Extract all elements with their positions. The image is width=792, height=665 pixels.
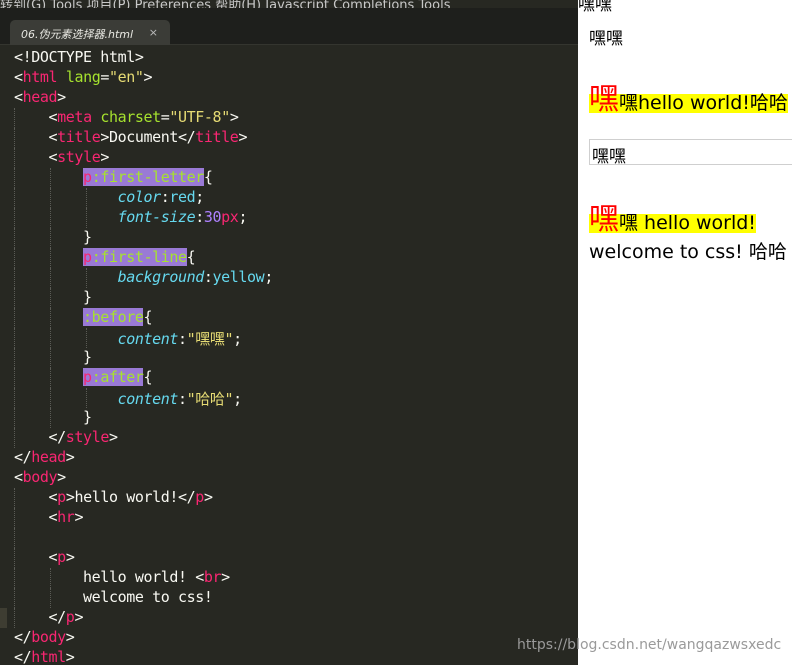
code-line: p:after{ <box>0 368 578 388</box>
code-line: color:red; <box>0 188 578 208</box>
code-line: <!DOCTYPE html> <box>14 48 144 66</box>
code-line: hello world! <br> <box>0 568 578 588</box>
code-line: <hr> <box>0 508 578 528</box>
preview-paragraph-1: 嘿嘿hello world!哈哈 <box>589 74 788 118</box>
code-line: } <box>0 288 578 308</box>
code-line: welcome to css! <box>0 588 578 608</box>
hr-before-content: 嘿嘿 <box>592 147 626 167</box>
code-line: } <box>0 408 578 428</box>
code-line: </head> <box>14 448 75 466</box>
file-tab[interactable]: 06.伪元素选择器.html × <box>10 20 170 45</box>
code-line: <p> <box>0 548 578 568</box>
horizontal-rule: 嘿嘿 <box>589 139 792 167</box>
code-line: font-size:30px; <box>0 208 578 228</box>
file-tab-label: 06.伪元素选择器.html <box>21 28 134 41</box>
code-line <box>0 528 578 548</box>
code-line: </html> <box>14 648 75 665</box>
code-line: :before{ <box>0 308 578 328</box>
close-tab-icon[interactable]: × <box>149 26 158 39</box>
tab-bar: 06.伪元素选择器.html × <box>0 8 578 45</box>
code-line: p:first-line{ <box>0 248 578 268</box>
code-line: <meta charset="UTF-8"> <box>0 108 578 128</box>
preview-paragraph-2-line-2: welcome to css! 哈哈 <box>589 241 787 263</box>
code-line-current: </p> <box>0 608 578 628</box>
code-area[interactable]: <!DOCTYPE html> <html lang="en"> <head> … <box>0 48 578 665</box>
code-line: </body> <box>14 628 75 646</box>
code-line: <body> <box>14 468 66 486</box>
code-line: content:"嘿嘿"; <box>0 328 578 348</box>
browser-preview: 嘿嘿 嘿嘿 嘿嘿hello world!哈哈 嘿嘿 嘿嘿 hello world… <box>578 0 792 665</box>
code-line: content:"哈哈"; <box>0 388 578 408</box>
code-editor[interactable]: 转到(G) Tools 项目(P) Preferences 帮助(H) Java… <box>0 0 578 665</box>
code-line: </style> <box>0 428 578 448</box>
first-line-text: 嘿hello world!哈哈 <box>619 92 788 114</box>
first-letter: 嘿 <box>589 82 619 117</box>
preview-paragraph-2: 嘿嘿 hello world! <box>589 194 756 238</box>
code-line: <html lang="en"> <box>14 68 153 86</box>
menu-bar[interactable]: 转到(G) Tools 项目(P) Preferences 帮助(H) Java… <box>0 0 578 13</box>
code-line: <head> <box>14 88 66 106</box>
preview-line-1: 嘿嘿 <box>589 29 623 49</box>
code-line: background:yellow; <box>0 268 578 288</box>
first-line-text: 嘿 hello world! <box>619 212 756 234</box>
code-line: p:first-letter{ <box>0 168 578 188</box>
code-line: } <box>0 228 578 248</box>
code-line: <p>hello world!</p> <box>0 488 578 508</box>
code-line: } <box>0 348 578 368</box>
watermark-text: https://blog.csdn.net/wangqazwsxedc <box>517 637 782 653</box>
first-letter: 嘿 <box>589 202 619 237</box>
preview-top-text: 嘿嘿 <box>578 0 612 15</box>
code-line: <title>Document</title> <box>0 128 578 148</box>
code-line: <style> <box>0 148 578 168</box>
